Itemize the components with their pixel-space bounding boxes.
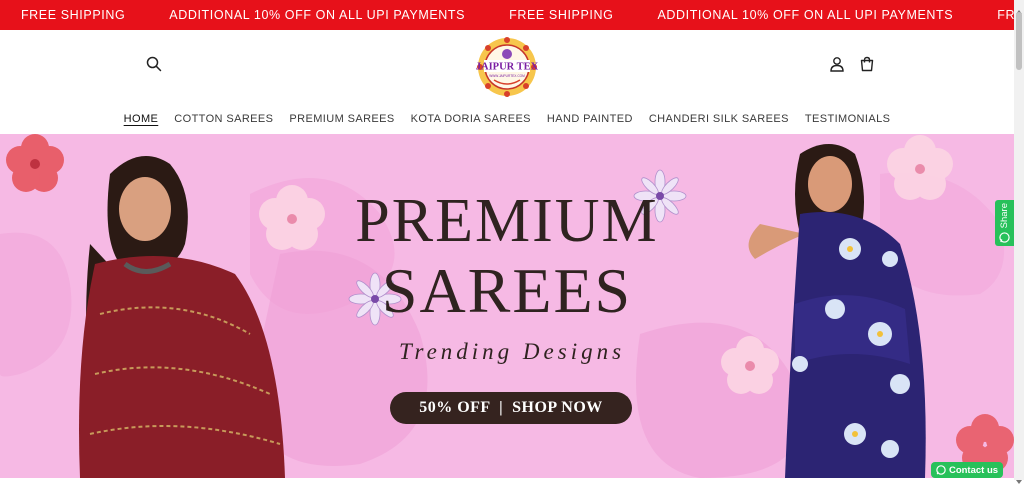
hero-title-line2: SAREES xyxy=(381,255,633,326)
nav-item-hand-painted[interactable]: HAND PAINTED xyxy=(547,111,633,127)
announcement-item: ADDITIONAL 10% OFF ON ALL UPI PAYMENTS xyxy=(169,8,466,22)
shop-now-button[interactable]: 50% OFF | SHOP NOW xyxy=(390,392,632,424)
announcement-track: S FREE SHIPPING ADDITIONAL 10% OFF ON AL… xyxy=(0,0,1014,30)
hero-subtitle: Trending Designs xyxy=(398,339,626,364)
whatsapp-icon xyxy=(999,231,1010,243)
logo-subtext: WWW.JAIPURTEX.COM xyxy=(489,74,525,78)
site-header: JAIPUR TEX WWW.JAIPURTEX.COM xyxy=(0,30,1014,104)
scrollbar-thumb[interactable] xyxy=(1016,12,1022,70)
cart-icon[interactable] xyxy=(853,50,881,78)
hero-banner[interactable]: PREMIUM SAREES Trending Designs 50% OFF … xyxy=(0,134,1014,478)
user-icon[interactable] xyxy=(823,50,851,78)
announcement-item: FREE SHIPPING xyxy=(997,8,1014,22)
announcement-item: FREE SHIPPING xyxy=(20,8,126,22)
main-nav: HOME COTTON SAREES PREMIUM SAREES KOTA D… xyxy=(0,104,1014,134)
nav-item-chanderi-silk-sarees[interactable]: CHANDERI SILK SAREES xyxy=(649,111,789,127)
share-label: Share xyxy=(999,203,1010,229)
whatsapp-icon xyxy=(936,465,946,475)
announcement-item: ADDITIONAL 10% OFF ON ALL UPI PAYMENTS xyxy=(657,8,954,22)
nav-item-premium-sarees[interactable]: PREMIUM SAREES xyxy=(289,111,394,127)
hero-title-line1: PREMIUM xyxy=(355,187,659,255)
nav-item-kota-doria-sarees[interactable]: KOTA DORIA SAREES xyxy=(411,111,531,127)
contact-us-button[interactable]: Contact us xyxy=(931,462,1003,478)
hibiscus-icon xyxy=(6,134,64,192)
nav-item-home[interactable]: HOME xyxy=(124,111,159,127)
site-logo[interactable]: JAIPUR TEX WWW.JAIPURTEX.COM xyxy=(476,36,539,98)
announcement-item: FREE SHIPPING xyxy=(509,8,614,22)
scroll-down-icon[interactable] xyxy=(1016,472,1022,484)
announcement-bar: S FREE SHIPPING ADDITIONAL 10% OFF ON AL… xyxy=(0,0,1014,30)
nav-item-testimonials[interactable]: TESTIMONIALS xyxy=(805,111,890,127)
scrollbar[interactable] xyxy=(1014,0,1024,484)
nav-item-cotton-sarees[interactable]: COTTON SAREES xyxy=(174,111,273,127)
search-icon[interactable] xyxy=(140,50,168,78)
contact-us-label: Contact us xyxy=(948,464,999,476)
logo-text: JAIPUR TEX xyxy=(476,62,538,73)
share-tab[interactable]: Share xyxy=(995,200,1014,246)
scroll-up-icon[interactable] xyxy=(1016,2,1022,14)
